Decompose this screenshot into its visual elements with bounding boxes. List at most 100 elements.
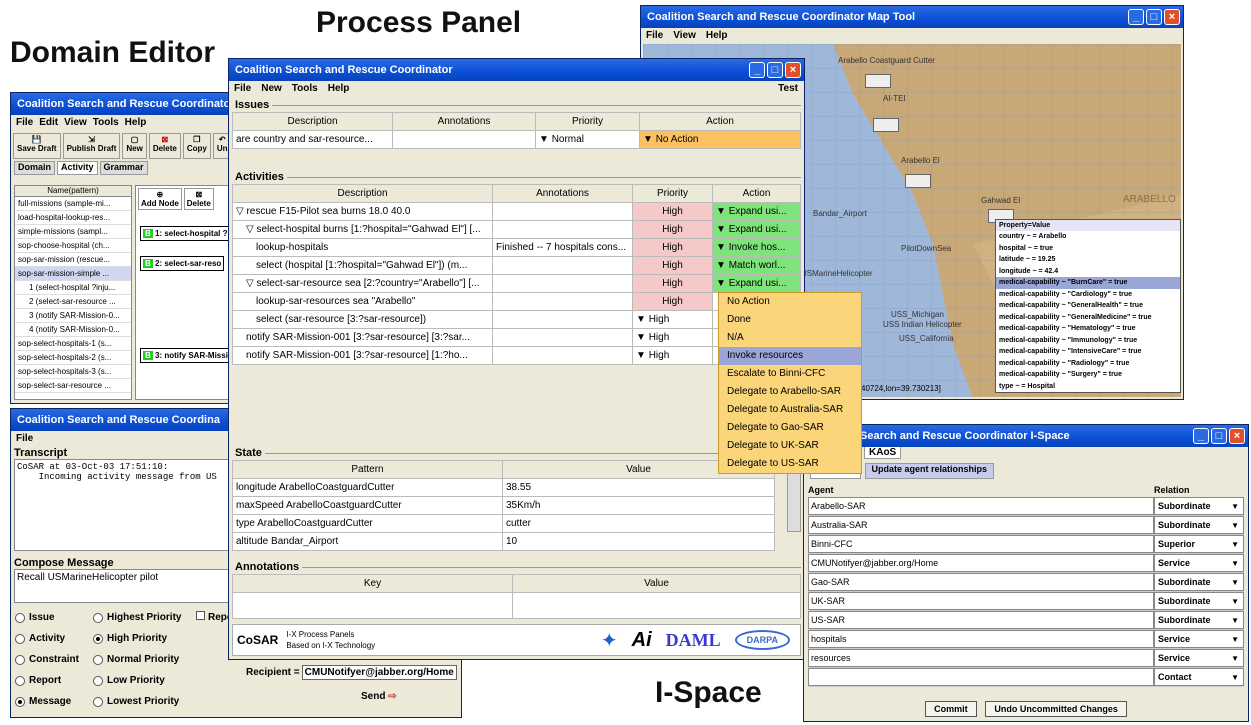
delete-button[interactable]: ⊠ Delete (148, 133, 181, 159)
tree-item[interactable]: full-missions (sample-mi... (15, 197, 131, 211)
close-icon[interactable]: × (1229, 428, 1245, 444)
add-node-button[interactable]: ⊕ Add Node (138, 188, 182, 210)
menu-view[interactable]: View (673, 28, 696, 44)
update-relationships-item[interactable]: Update agent relationships (864, 463, 995, 479)
expand-icon[interactable]: ▽ (246, 224, 256, 235)
map-hospital-marker[interactable] (905, 174, 931, 188)
property-row[interactable]: latitude ~ = 19.25 (996, 254, 1180, 266)
menu-help[interactable]: Help (328, 81, 350, 97)
action-menu-item[interactable]: N/A (719, 329, 861, 347)
expand-icon[interactable]: ▽ (246, 278, 256, 289)
agent-name-field[interactable]: hospitals (808, 630, 1154, 648)
activity-action[interactable]: ▼ Invoke hos... (712, 238, 801, 257)
menu-edit[interactable]: Edit (39, 115, 58, 131)
tree-item[interactable]: sop-select-hospitals-1 (s... (15, 337, 131, 351)
tab-kaos[interactable]: KAoS (864, 446, 902, 459)
property-row[interactable]: hospital ~ = true (996, 243, 1180, 255)
property-row[interactable]: type ~ = Hospital (996, 381, 1180, 393)
activity-priority[interactable]: ▼ High (632, 346, 713, 365)
relation-select[interactable]: Subordinate (1154, 497, 1244, 515)
property-row[interactable]: medical-capability ~ "IntensiveCare" = t… (996, 346, 1180, 358)
action-menu-item[interactable]: No Action (719, 293, 861, 311)
priority-radio[interactable]: Highest Priority (93, 607, 188, 628)
menu-help[interactable]: Help (125, 115, 147, 131)
priority-radio[interactable]: High Priority (93, 628, 188, 649)
priority-radio[interactable]: Low Priority (93, 670, 188, 691)
activity-priority[interactable]: High (632, 220, 713, 239)
agent-name-field[interactable]: Australia-SAR (808, 516, 1154, 534)
priority-radio[interactable]: Lowest Priority (93, 691, 188, 712)
recipient-input[interactable]: CMUNotifyer@jabber.org/Home (301, 665, 457, 680)
minimize-icon[interactable]: _ (749, 62, 765, 78)
save-draft-button[interactable]: 💾 Save Draft (13, 133, 61, 159)
activity-row[interactable]: notify SAR-Mission-001 [3:?sar-resource]… (232, 346, 801, 365)
agent-name-field[interactable]: US-SAR (808, 611, 1154, 629)
col-value[interactable]: Value (512, 574, 801, 593)
agent-name-field[interactable]: Gao-SAR (808, 573, 1154, 591)
relation-select[interactable]: Superior (1154, 535, 1244, 553)
maximize-icon[interactable]: □ (1211, 428, 1227, 444)
action-menu-item[interactable]: Delegate to Australia-SAR (719, 401, 861, 419)
tree-item[interactable]: sop-select-sar-resource ... (15, 379, 131, 393)
expand-icon[interactable]: ▽ (236, 206, 246, 217)
menu-help[interactable]: Help (706, 28, 728, 44)
activity-action[interactable]: ▼ Expand usi... (712, 274, 801, 293)
relation-select[interactable]: Service (1154, 554, 1244, 572)
action-menu-item[interactable]: Done (719, 311, 861, 329)
agent-name-field[interactable]: UK-SAR (808, 592, 1154, 610)
activity-row[interactable]: notify SAR-Mission-001 [3:?sar-resource]… (232, 328, 801, 347)
graph-node[interactable]: B 2: select-sar-reso (140, 256, 225, 271)
undo-changes-button[interactable]: Undo Uncommitted Changes (985, 701, 1127, 717)
map-hospital-marker[interactable] (865, 74, 891, 88)
property-row[interactable]: longitude ~ = 42.4 (996, 266, 1180, 278)
priority-radio[interactable]: Normal Priority (93, 649, 188, 670)
action-menu-item[interactable]: Delegate to Arabello-SAR (719, 383, 861, 401)
menu-file[interactable]: File (16, 115, 33, 131)
type-radio[interactable]: Issue (15, 607, 85, 628)
relation-select[interactable]: Service (1154, 630, 1244, 648)
menu-test[interactable]: Test (778, 81, 798, 97)
col-key[interactable]: Key (232, 574, 513, 593)
col-annotations[interactable]: Annotations (392, 112, 536, 131)
tree-item[interactable]: sop-sar-mission-simple ... (15, 267, 131, 281)
issue-priority[interactable]: ▼ Normal (535, 130, 640, 149)
type-radio[interactable]: Message (15, 691, 85, 712)
menu-new[interactable]: New (261, 81, 282, 97)
property-row[interactable]: medical-capability ~ "Hematology" = true (996, 323, 1180, 335)
publish-draft-button[interactable]: ⇲ Publish Draft (62, 133, 121, 159)
property-row[interactable]: country ~ = Arabello (996, 231, 1180, 243)
agent-name-field[interactable]: Binni-CFC (808, 535, 1154, 553)
activity-priority[interactable]: High (632, 256, 713, 275)
tree-item[interactable]: sop-select-hospitals-2 (s... (15, 351, 131, 365)
action-menu-item[interactable]: Delegate to Gao-SAR (719, 419, 861, 437)
issue-action[interactable]: ▼ No Action (639, 130, 801, 149)
tab-activity[interactable]: Activity (57, 161, 98, 175)
menu-file[interactable]: File (234, 81, 251, 97)
activity-priority[interactable]: ▼ High (632, 310, 713, 329)
agent-name-field[interactable]: Arabello-SAR (808, 497, 1154, 515)
state-row[interactable]: maxSpeed ArabelloCoastguardCutter 35Km/h (232, 496, 775, 515)
activity-action[interactable]: ▼ Expand usi... (712, 220, 801, 239)
send-button[interactable]: Send ⇨ (361, 691, 397, 702)
relation-select[interactable]: Subordinate (1154, 516, 1244, 534)
col-priority[interactable]: Priority (632, 184, 713, 203)
relation-select[interactable]: Subordinate (1154, 592, 1244, 610)
col-action[interactable]: Action (712, 184, 801, 203)
new-button[interactable]: ▢ New (122, 133, 147, 159)
tab-grammar[interactable]: Grammar (99, 161, 148, 175)
graph-delete-button[interactable]: ⊠ Delete (183, 188, 214, 210)
graph-node[interactable]: B 1: select-hospital ? (140, 226, 231, 241)
tree-item[interactable]: sop-choose-hospital (ch... (15, 239, 131, 253)
property-row[interactable]: medical-capability ~ "GeneralHealth" = t… (996, 300, 1180, 312)
col-pattern[interactable]: Pattern (232, 460, 503, 479)
tab-domain[interactable]: Domain (14, 161, 56, 175)
activity-row[interactable]: ▽ select-sar-resource sea [2:?country="A… (232, 274, 801, 293)
agent-name-field[interactable]: resources (808, 649, 1154, 667)
col-annotations[interactable]: Annotations (492, 184, 633, 203)
commit-button[interactable]: Commit (925, 701, 977, 717)
tree-item[interactable]: simple-missions (sampl... (15, 225, 131, 239)
minimize-icon[interactable]: _ (1128, 9, 1144, 25)
relation-select[interactable]: Service (1154, 649, 1244, 667)
menu-view[interactable]: View (64, 115, 87, 131)
tree-item[interactable]: load-hospital-lookup-res... (15, 211, 131, 225)
